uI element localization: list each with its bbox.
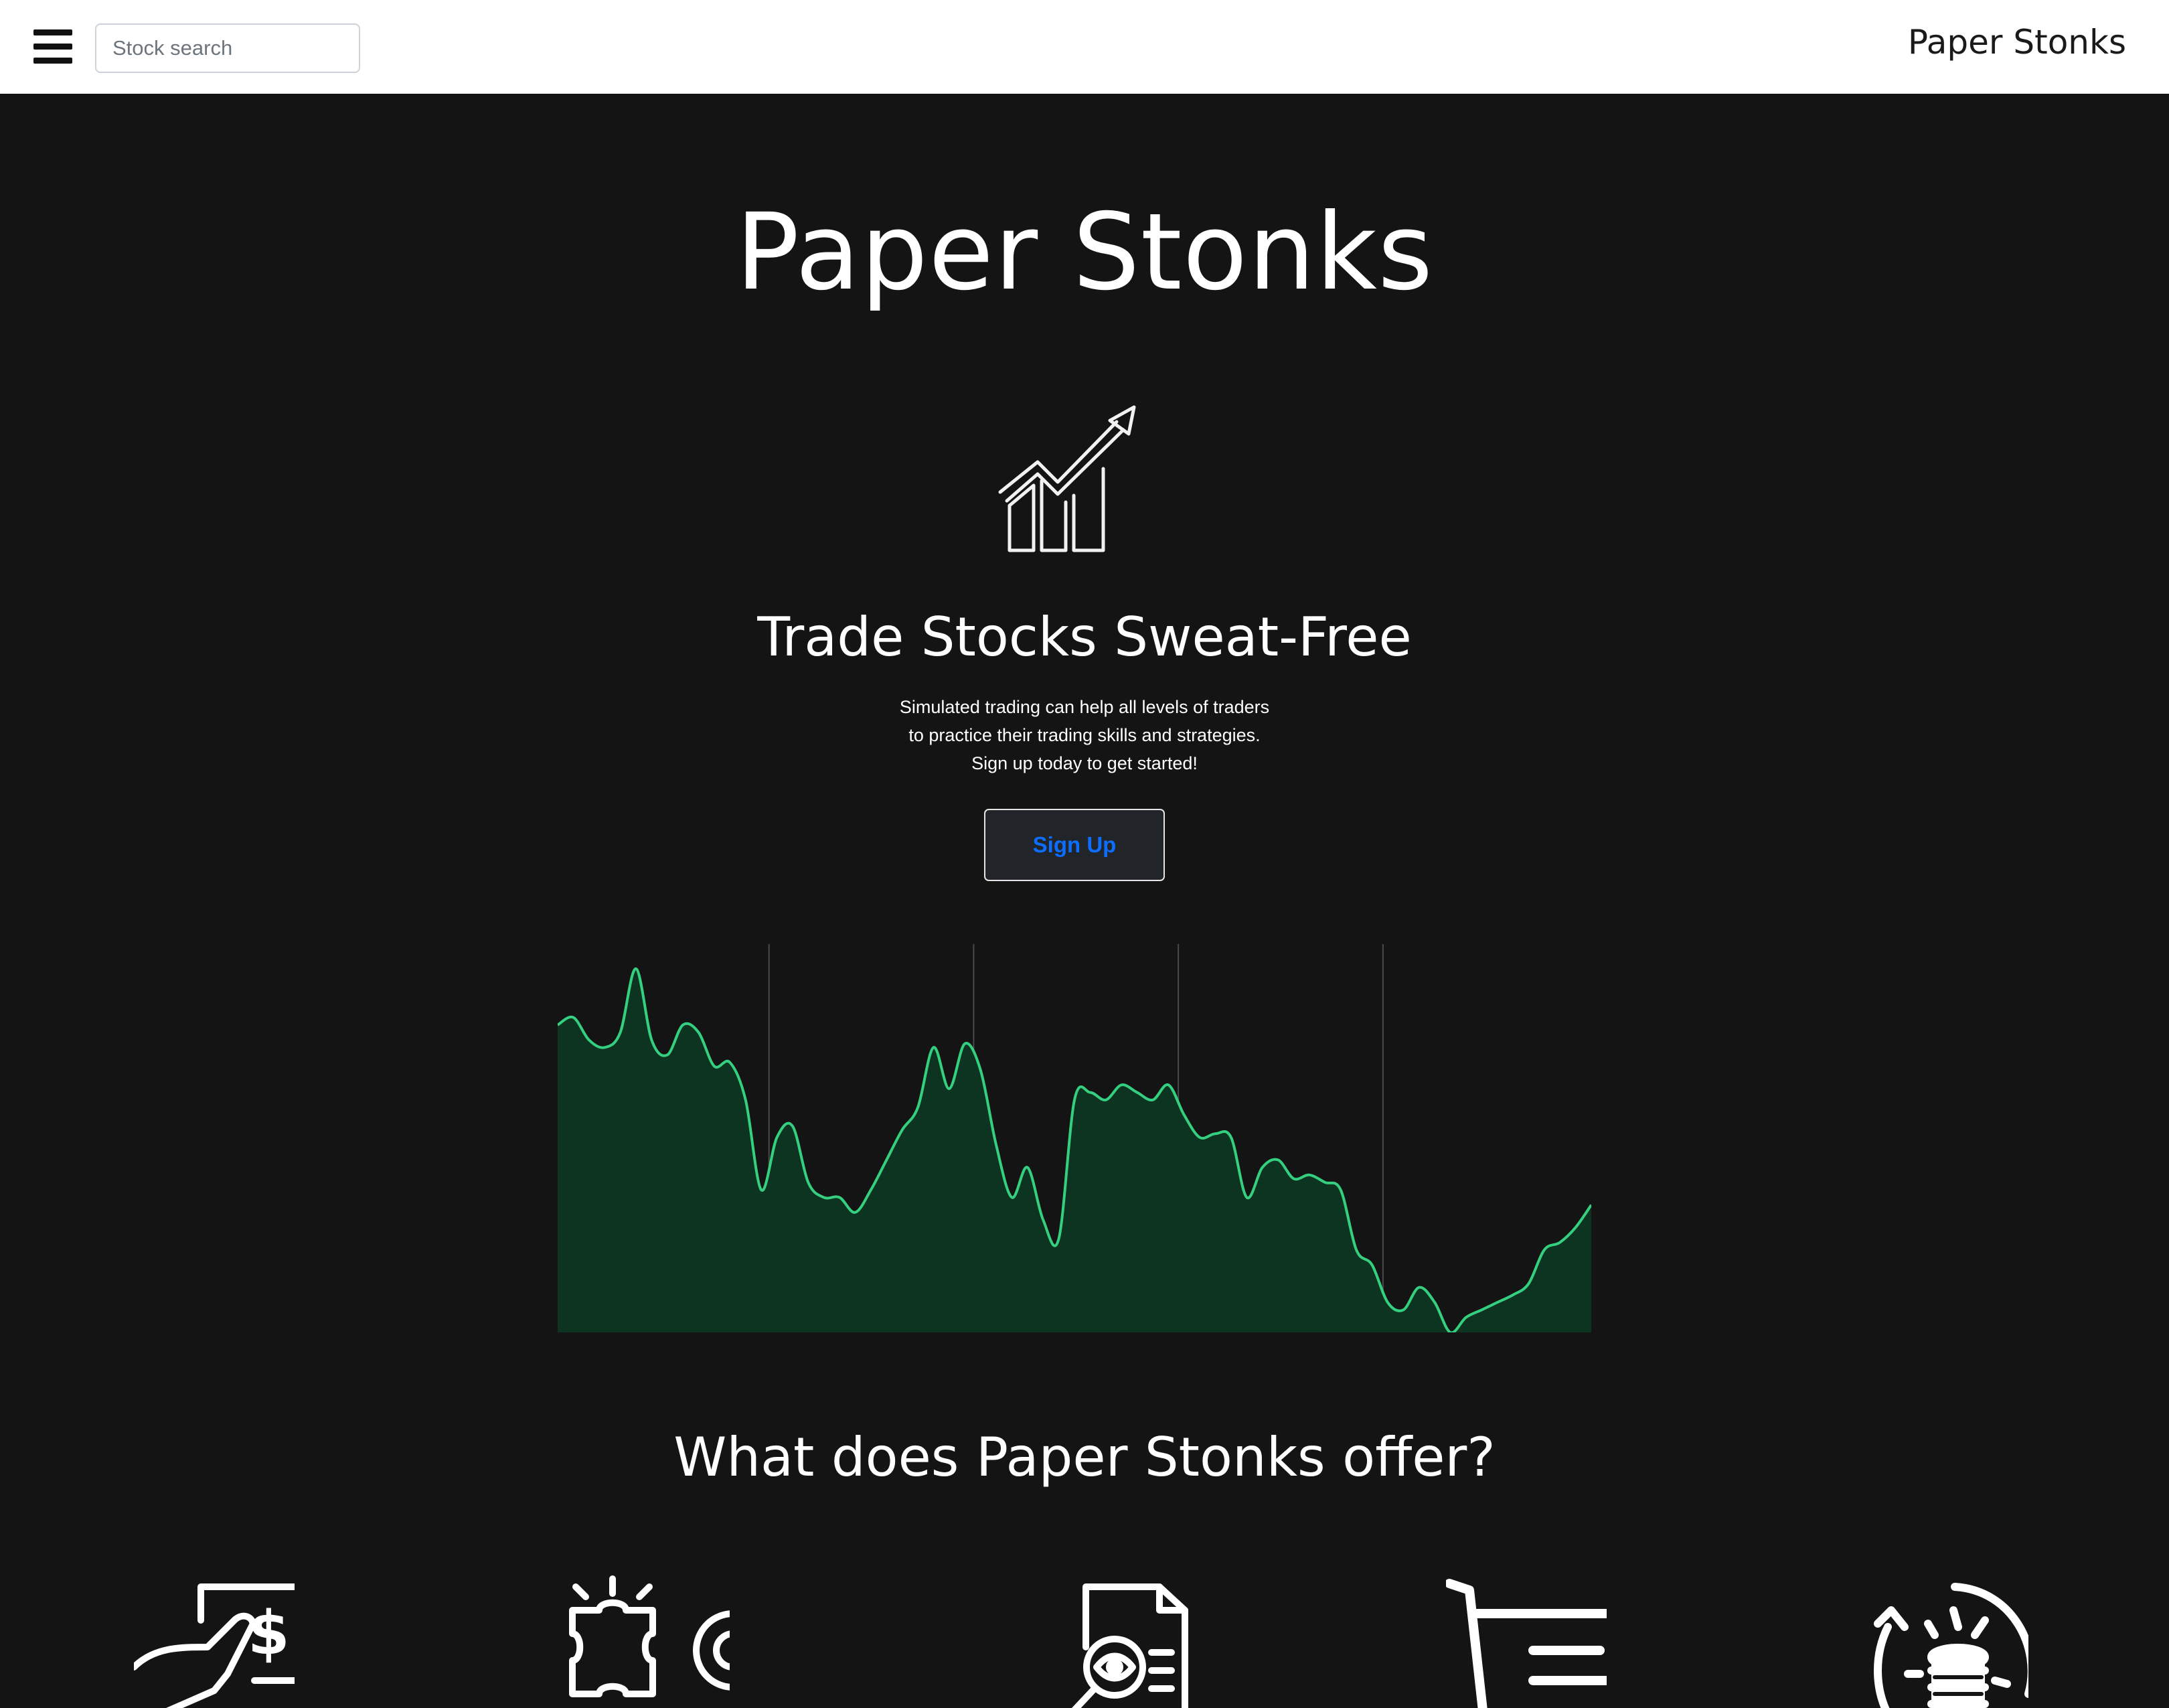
stock-search-input[interactable] [95,23,360,73]
hero-title: Paper Stonks [735,191,1434,314]
top-navbar: Paper Stonks [0,0,2169,94]
hamburger-menu-icon[interactable] [33,29,72,64]
document-search-icon [1044,1573,1205,1708]
navbar-brand[interactable]: Paper Stonks [1908,23,2126,62]
hero-tagline: Trade Stocks Sweat-Free [757,606,1412,668]
coins-refresh-icon [1868,1573,2028,1708]
puzzle-gear-icon [569,1573,730,1708]
growth-chart-arrow-icon [998,405,1136,552]
sign-up-button[interactable]: Sign Up [984,809,1165,881]
chart-area-fill [558,968,1591,1332]
cash-hand-icon: $ [134,1573,295,1708]
shopping-cart-icon [1446,1573,1607,1708]
svg-text:$: $ [248,1598,290,1668]
price-area-chart [558,944,1591,1332]
description-line: Simulated trading can help all levels of… [899,697,1270,717]
description-line: Sign up today to get started! [971,753,1198,773]
hero-description: Simulated trading can help all levels of… [0,693,2169,777]
offer-section-title: What does Paper Stonks offer? [673,1426,1496,1488]
description-line: to practice their trading skills and str… [908,725,1261,745]
